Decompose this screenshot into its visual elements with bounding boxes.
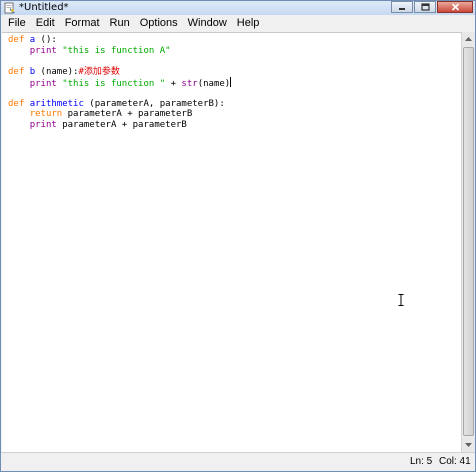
code-token: + <box>165 79 182 90</box>
code-token: print <box>29 79 57 90</box>
idle-editor-window: *Untitled* File Edit Format Run Options … <box>0 0 476 472</box>
code-token: parameterA + parameterB <box>62 109 193 120</box>
window-controls <box>390 1 473 14</box>
code-token: "this is function A" <box>62 45 171 56</box>
arrow-down-icon <box>465 443 472 447</box>
code-line[interactable]: def arithmetic (parameterA, parameterB): <box>8 99 231 110</box>
menu-bar: File Edit Format Run Options Window Help <box>1 15 475 32</box>
status-line-number: Ln: 5 <box>410 456 433 467</box>
code-token: def <box>8 35 30 45</box>
code-token: print <box>29 45 57 56</box>
python-idle-icon <box>4 2 15 14</box>
close-icon <box>451 3 459 11</box>
text-caret <box>230 77 232 88</box>
code-line[interactable]: print "this is function A" <box>8 46 231 57</box>
menu-window[interactable]: Window <box>183 15 232 32</box>
code-line[interactable]: print parameterA + parameterB <box>8 120 231 131</box>
code-editor[interactable]: def a (): print "this is function A" def … <box>2 32 461 452</box>
scroll-thumb[interactable] <box>463 47 474 436</box>
code-token: (name): <box>35 66 79 77</box>
code-token: def <box>8 98 30 109</box>
menu-help[interactable]: Help <box>232 15 265 32</box>
code-line[interactable]: def a (): <box>8 35 231 46</box>
scroll-up-button[interactable] <box>462 32 475 46</box>
code-line[interactable] <box>8 56 231 67</box>
title-bar[interactable]: *Untitled* <box>1 1 475 15</box>
code-line[interactable]: print "this is function " + str(name) <box>8 77 232 90</box>
code-line[interactable]: def b (name):#添加参数 <box>8 67 231 78</box>
text-cursor-ibeam-icon <box>398 294 404 306</box>
code-token: (name) <box>197 79 231 90</box>
code-token: print <box>29 119 57 130</box>
minimize-icon <box>399 8 405 10</box>
menu-options[interactable]: Options <box>135 15 183 32</box>
minimize-button[interactable] <box>391 1 413 13</box>
code-token: (): <box>35 35 57 45</box>
close-button[interactable] <box>437 1 473 13</box>
code-token: "this is function " <box>62 79 166 90</box>
menu-format[interactable]: Format <box>60 15 105 32</box>
scroll-down-button[interactable] <box>462 438 475 452</box>
code-token: parameterA + parameterB <box>56 119 187 130</box>
status-column-number: Col: 41 <box>439 456 471 467</box>
code-token: return <box>29 109 63 120</box>
code-line[interactable]: return parameterA + parameterB <box>8 109 231 120</box>
menu-run[interactable]: Run <box>105 15 135 32</box>
maximize-icon <box>420 3 430 11</box>
vertical-scrollbar[interactable] <box>461 32 475 452</box>
code-token: (parameterA, parameterB): <box>83 98 225 109</box>
window-title: *Untitled* <box>19 2 69 13</box>
menu-edit[interactable]: Edit <box>31 15 60 32</box>
maximize-button[interactable] <box>414 1 436 13</box>
menu-file[interactable]: File <box>3 15 31 32</box>
code-line[interactable] <box>8 88 231 99</box>
code-token: #添加参数 <box>78 66 120 77</box>
code-token: str <box>181 79 198 90</box>
code-token: def <box>8 66 30 77</box>
code-token: arithmetic <box>29 98 84 109</box>
arrow-up-icon <box>465 37 472 41</box>
code-text[interactable]: def a (): print "this is function A" def … <box>8 35 232 131</box>
status-bar: Ln: 5 Col: 41 <box>1 452 475 471</box>
